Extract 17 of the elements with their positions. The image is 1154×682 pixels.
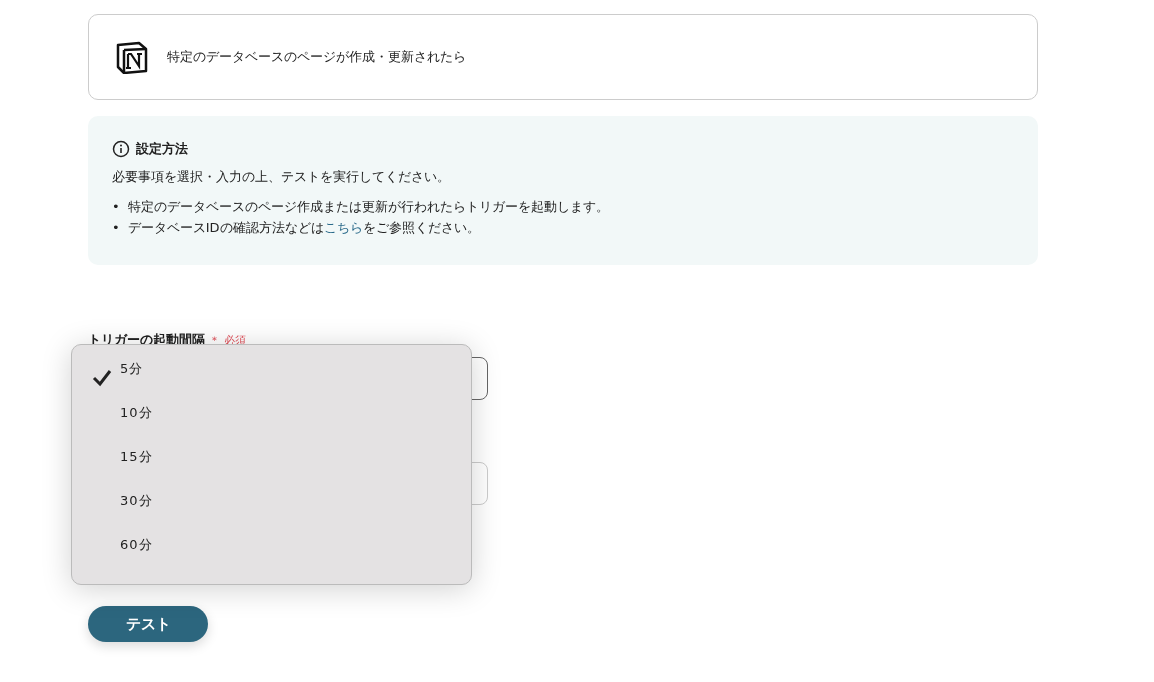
trigger-title: 特定のデータベースのページが作成・更新されたら bbox=[167, 48, 466, 66]
asterisk-mark: ＊ bbox=[209, 332, 220, 348]
info-heading: 設定方法 bbox=[136, 140, 188, 158]
test-button[interactable]: テスト bbox=[88, 606, 208, 642]
bullet-marker: • bbox=[112, 219, 120, 237]
info-intro: 必要事項を選択・入力の上、テストを実行してください。 bbox=[112, 168, 451, 186]
dropdown-option[interactable]: 60分 bbox=[72, 529, 471, 573]
dropdown-option[interactable]: 30分 bbox=[72, 485, 471, 529]
help-link[interactable]: こちら bbox=[323, 220, 363, 235]
bullet-marker: • bbox=[112, 198, 120, 216]
dropdown-option[interactable]: 10分 bbox=[72, 397, 471, 441]
info-icon bbox=[112, 140, 130, 158]
dropdown-option[interactable]: 15分 bbox=[72, 441, 471, 485]
dropdown-option[interactable]: 5分 bbox=[72, 353, 471, 397]
notion-logo-icon bbox=[115, 40, 149, 74]
info-bullet: 特定のデータベースのページ作成または更新が行われたらトリガーを起動します。 bbox=[127, 198, 609, 216]
info-bullet: データベースIDの確認方法などはこちら をご参照ください。 bbox=[127, 219, 480, 237]
